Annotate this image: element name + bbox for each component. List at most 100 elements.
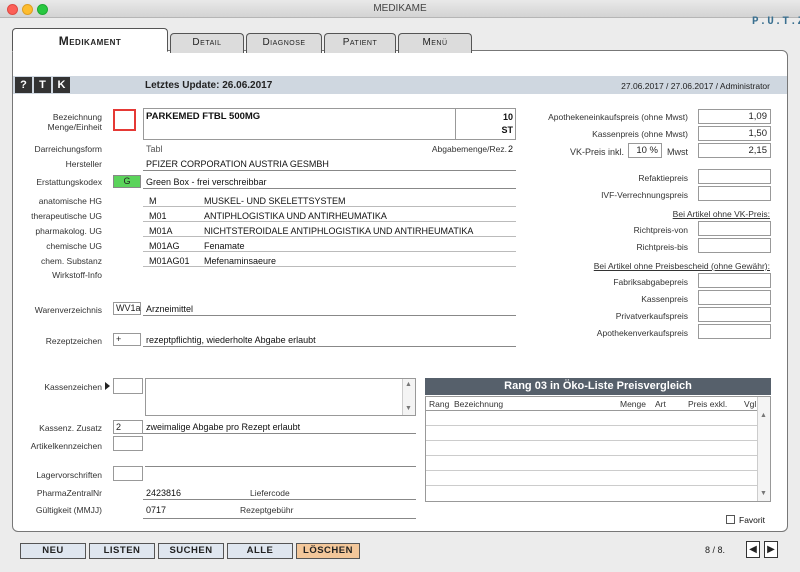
kassen-zusatz-underline — [143, 433, 416, 434]
tab-patient[interactable]: Patient — [324, 33, 396, 53]
vk-label: VK-Preis inkl. — [569, 147, 624, 157]
aek-field[interactable]: 1,09 — [698, 109, 771, 124]
date-info: 27.06.2017 / 27.06.2017 / Administrator — [621, 81, 770, 91]
t-button[interactable]: T — [34, 77, 51, 93]
waren-underline — [143, 315, 516, 316]
pager-text: 8 / 8. — [705, 545, 726, 555]
loeschen-button[interactable]: LÖSCHEN — [296, 543, 360, 559]
triangle-right-icon: ▶ — [767, 544, 775, 555]
refakt-field[interactable] — [698, 169, 771, 184]
kassen-textarea[interactable] — [145, 378, 416, 416]
erstattung-text: Green Box - frei verschreibbar — [146, 177, 267, 187]
listen-button[interactable]: LISTEN — [89, 543, 155, 559]
hersteller-value: PFIZER CORPORATION AUSTRIA GESMBH — [146, 159, 329, 169]
liefercode-label: Liefercode — [250, 488, 290, 498]
alle-button[interactable]: ALLE — [227, 543, 293, 559]
richt-von-field[interactable] — [698, 221, 771, 236]
richt-von-label: Richtpreis-von — [633, 225, 688, 235]
kassenpreis2-field[interactable] — [698, 290, 771, 305]
class-code-0: M — [149, 196, 157, 206]
class-text-2: NICHTSTEROIDALE ANTIPHLOGISTIKA UND ANTI… — [204, 226, 474, 236]
rezeptgebuehr-label: Rezeptgebühr — [240, 505, 294, 515]
class-divider — [143, 221, 516, 222]
apotheke-label: Apothekenverkaufspreis — [596, 328, 688, 338]
favorit-label: Favorit — [739, 515, 765, 525]
tab-medikament[interactable]: Medikament — [12, 28, 168, 52]
help-button[interactable]: ? — [15, 77, 32, 93]
einheit-value: ST — [501, 125, 513, 135]
rezept-label: Rezeptzeichen — [45, 336, 102, 346]
kp-label: Kassenpreis (ohne Mwst) — [592, 129, 688, 139]
hersteller-underline — [143, 170, 516, 171]
oeko-row-divider — [426, 425, 758, 426]
ivf-field[interactable] — [698, 186, 771, 201]
class-text-0: MUSKEL- UND SKELETTSYSTEM — [204, 196, 346, 206]
oeko-header-divider — [425, 410, 758, 411]
darreichung-label: Darreichungsform — [34, 144, 102, 154]
vk-field[interactable]: 2,15 — [698, 143, 771, 158]
tab-menu[interactable]: Menü — [398, 33, 472, 53]
lager-label: Lagervorschriften — [36, 470, 102, 480]
scroll-up-icon[interactable]: ▲ — [405, 381, 412, 388]
class-code-4: M01AG01 — [149, 256, 190, 266]
waren-code[interactable]: WV1a — [113, 302, 141, 315]
neu-button[interactable]: NEU — [20, 543, 86, 559]
oeko-row-divider — [426, 485, 758, 486]
scroll-down-icon[interactable]: ▼ — [760, 490, 767, 497]
fabrik-field[interactable] — [698, 273, 771, 288]
class-label-0: anatomische HG — [38, 196, 102, 206]
pzn-underline — [143, 499, 416, 500]
oeko-col-rang: Rang — [429, 399, 450, 409]
privat-field[interactable] — [698, 307, 771, 322]
kassen-code[interactable] — [113, 378, 143, 394]
preisbescheid-section-title: Bei Artikel ohne Preisbescheid (ohne Gew… — [593, 261, 770, 271]
menge-label: Menge/Einheit — [47, 122, 102, 132]
scroll-up-icon[interactable]: ▲ — [760, 412, 767, 419]
k-button[interactable]: K — [53, 77, 70, 93]
scroll-down-icon[interactable]: ▼ — [405, 405, 412, 412]
hersteller-label: Hersteller — [65, 159, 102, 169]
class-code-2: M01A — [149, 226, 173, 236]
tab-diagnose[interactable]: Diagnose — [246, 33, 322, 53]
privat-label: Privatverkaufspreis — [615, 311, 688, 321]
oeko-row-divider — [426, 455, 758, 456]
kassen-arrow-icon[interactable] — [105, 382, 110, 390]
image-placeholder[interactable] — [113, 109, 136, 131]
class-label-1: therapeutische UG — [31, 211, 102, 221]
refakt-label: Refaktiepreis — [638, 173, 688, 183]
prev-record-button[interactable]: ◀ — [746, 541, 760, 558]
next-record-button[interactable]: ▶ — [764, 541, 778, 558]
putz-logo: P.U.T.Z — [752, 16, 800, 28]
abgabemenge-value: 2 — [508, 144, 514, 154]
rezept-code[interactable]: + — [113, 333, 141, 346]
erstattung-code[interactable]: G — [113, 175, 141, 188]
kp-field[interactable]: 1,50 — [698, 126, 771, 141]
waren-label: Warenverzeichnis — [34, 305, 102, 315]
oeko-title: Rang 03 in Öko-Liste Preisvergleich — [425, 378, 771, 395]
bezeichnung-value: PARKEMED FTBL 500MG — [146, 111, 261, 122]
window-title: MEDIKAME — [373, 3, 427, 14]
tab-detail[interactable]: Detail — [170, 33, 244, 53]
favorit-checkbox[interactable] — [726, 515, 735, 524]
lager-field[interactable] — [113, 466, 143, 481]
erstattung-label: Erstattungskodex — [36, 177, 102, 187]
class-divider — [143, 266, 516, 267]
artikel-field[interactable] — [113, 436, 143, 451]
class-divider — [143, 206, 516, 207]
kassenpreis2-label: Kassenpreis — [641, 294, 688, 304]
fabrik-label: Fabriksabgabepreis — [613, 277, 688, 287]
oeko-table[interactable] — [425, 396, 771, 502]
suchen-button[interactable]: SUCHEN — [158, 543, 224, 559]
aek-label: Apothekeneinkaufspreis (ohne Mwst) — [548, 112, 688, 122]
class-label-4: chem. Substanz — [41, 256, 102, 266]
richt-bis-field[interactable] — [698, 238, 771, 253]
kassen-zusatz-code[interactable]: 2 — [113, 420, 143, 434]
oeko-col-preis: Preis exkl. — [688, 399, 728, 409]
oeko-col-bezeichnung: Bezeichnung — [454, 399, 504, 409]
apotheke-field[interactable] — [698, 324, 771, 339]
artikel-label: Artikelkennzeichen — [30, 441, 102, 451]
class-code-3: M01AG — [149, 241, 180, 251]
vk-mwst-field[interactable]: 10 % — [628, 143, 662, 158]
pzn-value: 2423816 — [146, 488, 182, 498]
gueltig-value: 0717 — [146, 505, 167, 515]
